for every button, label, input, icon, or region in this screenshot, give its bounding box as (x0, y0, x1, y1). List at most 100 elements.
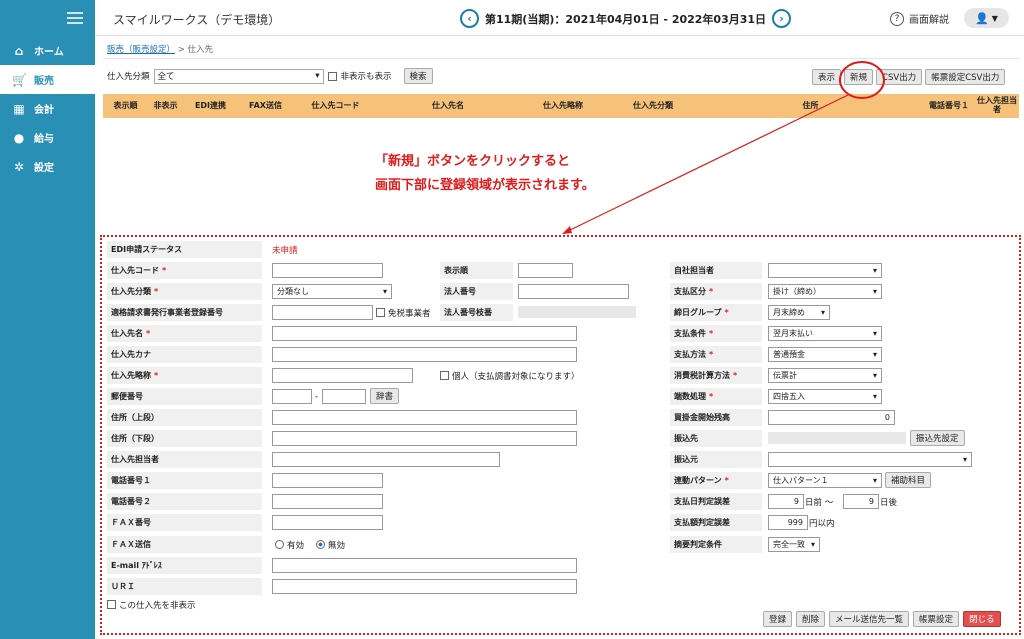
col-header-address[interactable]: 住所 (698, 94, 923, 118)
supplier-code-input[interactable] (272, 263, 383, 278)
hide-supplier-checkbox[interactable] (107, 600, 116, 609)
chevron-right-icon[interactable]: › (772, 9, 792, 28)
category-select-value: 分類なし (277, 287, 309, 296)
supplier-name-input[interactable] (272, 326, 577, 341)
individual-label: 個人（支払調書対象になります） (452, 371, 580, 382)
days-before-input[interactable]: 9 (768, 494, 804, 509)
link-pattern-label: 連動パターン * (670, 472, 762, 489)
zip-first-input[interactable] (272, 389, 312, 404)
rounding-select[interactable]: 四捨五入 ▾ (768, 389, 882, 404)
period-selector: ‹ 第11期(当期)：2021年04月01日 - 2022年03月31日 › (460, 9, 792, 28)
col-header-order[interactable]: 表示順 (103, 94, 148, 118)
invoice-number-input[interactable] (272, 305, 373, 320)
col-header-short[interactable]: 仕入先略称 (518, 94, 608, 118)
pay-cond-select[interactable]: 翌月末払い ▾ (768, 326, 882, 341)
hide-supplier-option[interactable]: この仕入先を非表示 (107, 597, 196, 612)
col-header-code[interactable]: 仕入先コード (293, 94, 378, 118)
link-pattern-select[interactable]: 仕入パターン１ ▾ (768, 473, 882, 488)
individual-checkbox[interactable] (440, 371, 449, 380)
col-header-edi[interactable]: EDI連携 (183, 94, 238, 118)
search-button[interactable]: 検索 (403, 68, 433, 84)
days-after-input[interactable]: 9 (843, 494, 879, 509)
fax-send-on-option[interactable]: 有効 (275, 537, 304, 552)
from-account-select[interactable]: ▾ (768, 452, 972, 467)
question-icon: ? (890, 11, 904, 26)
contact-input[interactable] (272, 452, 500, 467)
chevron-left-icon[interactable]: ‹ (460, 9, 479, 28)
col-header-tel[interactable]: 電話番号１ (923, 94, 975, 118)
close-group-select[interactable]: 月末締め ▾ (768, 305, 830, 320)
sidebar-item-home[interactable]: ⌂ ホーム (0, 36, 95, 65)
url-input[interactable] (272, 579, 577, 594)
match-condition-select[interactable]: 完全一致 ▾ (768, 537, 820, 552)
zip-second-input[interactable] (322, 389, 366, 404)
sub-account-button[interactable]: 補助科目 (885, 472, 932, 488)
address1-input[interactable] (272, 410, 577, 425)
sidebar-item-sales[interactable]: 🛒 販売 (0, 65, 95, 94)
category-select[interactable]: 分類なし ▾ (272, 284, 392, 299)
supplier-kana-input[interactable] (272, 347, 577, 362)
breadcrumb: 販売（販売設定） > 仕入先 (107, 43, 213, 55)
col-header-name[interactable]: 仕入先名 (378, 94, 518, 118)
menu-toggle-button[interactable] (0, 0, 95, 36)
col-header-hidden[interactable]: 非表示 (148, 94, 183, 118)
short-name-input[interactable] (272, 368, 413, 383)
gear-icon: ✲ (13, 159, 25, 174)
hamburger-icon[interactable] (67, 12, 83, 24)
close-button[interactable]: 閉じる (963, 611, 1001, 627)
sidebar-item-settings[interactable]: ✲ 設定 (0, 152, 95, 181)
pay-type-select[interactable]: 掛け（締め） ▾ (768, 284, 882, 299)
display-order-input[interactable] (518, 263, 573, 278)
fax-send-off-radio[interactable] (316, 540, 325, 549)
fax-label: ＦＡＸ番号 (107, 514, 262, 531)
delete-button[interactable]: 削除 (796, 611, 826, 627)
hide-supplier-label: この仕入先を非表示 (119, 600, 196, 611)
chevron-down-icon: ▾ (872, 287, 877, 296)
fax-input[interactable] (272, 515, 383, 530)
corp-number-input[interactable] (518, 284, 629, 299)
pay-method-select[interactable]: 普通預金 ▾ (768, 347, 882, 362)
toolbar: 表示 新規 CSV出力 帳票設定CSV出力 (812, 69, 1006, 85)
order-label: 表示順 (440, 262, 513, 279)
bank-settings-button[interactable]: 振込先設定 (910, 430, 965, 446)
amount-error-input[interactable]: 999 (768, 515, 808, 530)
fax-send-label: ＦＡＸ送信 (107, 536, 262, 553)
tax-exempt-option[interactable]: 免税事業者 (376, 305, 431, 320)
display-button[interactable]: 表示 (812, 69, 842, 85)
tax-calc-select[interactable]: 伝票計 ▾ (768, 368, 882, 383)
sidebar-item-label: 販売 (34, 76, 54, 87)
bank-label: 振込先 (670, 430, 762, 447)
csv-export-button[interactable]: CSV出力 (876, 69, 923, 85)
tax-exempt-checkbox[interactable] (376, 308, 385, 317)
user-menu-button[interactable]: 👤 ▼ (964, 8, 1009, 28)
register-button[interactable]: 登録 (763, 611, 793, 627)
tel1-input[interactable] (272, 473, 383, 488)
fax-send-off-option[interactable]: 無効 (316, 537, 345, 552)
category-filter-select[interactable]: 全て ▾ (153, 68, 324, 84)
annotation-line-2: 画面下部に登録領域が表示されます。 (375, 178, 595, 193)
opening-balance-input[interactable]: 0 (768, 410, 895, 425)
breadcrumb-parent-link[interactable]: 販売（販売設定） (107, 45, 175, 55)
show-hidden-checkbox[interactable] (327, 71, 337, 81)
fax-send-on-radio[interactable] (275, 540, 284, 549)
sidebar-item-accounting[interactable]: ▦ 会計 (0, 94, 95, 123)
address2-input[interactable] (272, 431, 577, 446)
money-bag-icon: ● (13, 130, 25, 145)
match-condition-value: 完全一致 (773, 540, 805, 549)
mail-recipients-button[interactable]: メール送信先一覧 (829, 611, 910, 627)
sidebar-item-payroll[interactable]: ● 給与 (0, 123, 95, 152)
dictionary-button[interactable]: 辞書 (370, 388, 400, 404)
form-settings-button[interactable]: 帳票設定 (913, 611, 960, 627)
col-header-contact[interactable]: 仕入先担当者 (975, 94, 1019, 118)
email-input[interactable] (272, 558, 577, 573)
bank-field (768, 432, 906, 444)
form-csv-export-button[interactable]: 帳票設定CSV出力 (925, 69, 1006, 85)
new-button[interactable]: 新規 (844, 69, 874, 85)
col-header-category[interactable]: 仕入先分類 (608, 94, 698, 118)
staff-label: 自社担当者 (670, 262, 762, 279)
help-link[interactable]: ? 画面解説 (890, 11, 949, 26)
individual-option[interactable]: 個人（支払調書対象になります） (440, 368, 580, 383)
col-header-fax[interactable]: FAX送信 (238, 94, 293, 118)
tel2-input[interactable] (272, 494, 383, 509)
staff-select[interactable]: ▾ (768, 263, 882, 278)
